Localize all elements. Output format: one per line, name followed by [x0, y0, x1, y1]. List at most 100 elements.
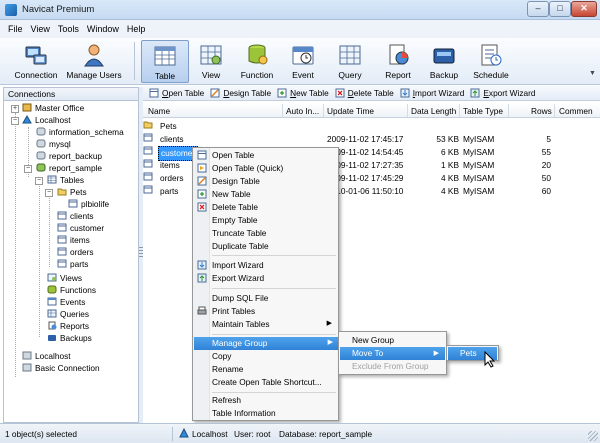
- tree-guide-line: [49, 189, 50, 267]
- tree-table-orders[interactable]: orders: [57, 246, 94, 258]
- tree-collapse-tables[interactable]: −: [35, 177, 43, 185]
- menu-open-table[interactable]: Open Table: [210, 149, 338, 162]
- menu-separator: [212, 392, 336, 393]
- menu-print-tables[interactable]: Print Tables: [210, 305, 338, 318]
- list-item[interactable]: clients 2009-11-02 17:45:17 53 KB MyISAM…: [143, 133, 600, 146]
- tree-table-customer[interactable]: customer: [57, 222, 104, 234]
- row-data-length: 4 KB: [441, 186, 459, 196]
- menu-dump-sql-file[interactable]: Dump SQL File: [210, 292, 338, 305]
- col-comment[interactable]: Commen: [559, 106, 593, 116]
- report-button[interactable]: Report: [376, 40, 420, 83]
- menu-help[interactable]: Help: [123, 24, 150, 34]
- close-button[interactable]: ✕: [571, 1, 597, 17]
- tree-queries[interactable]: Queries: [47, 308, 89, 320]
- menu-delete-table[interactable]: Delete Table: [210, 201, 338, 214]
- list-item[interactable]: Pets: [143, 120, 600, 133]
- tree-reports[interactable]: Reports: [47, 320, 89, 332]
- tree-table-clients[interactable]: clients: [57, 210, 94, 222]
- toolbar-separator: [134, 42, 135, 80]
- tree-db-report-sample[interactable]: report_sample: [36, 162, 102, 174]
- col-name[interactable]: Name: [148, 106, 170, 116]
- tree-views[interactable]: Views: [47, 272, 82, 284]
- col-data-length[interactable]: Data Length: [411, 106, 456, 116]
- view-button[interactable]: View: [189, 40, 233, 83]
- menu-file[interactable]: File: [4, 24, 27, 34]
- status-database: Database: report_sample: [279, 429, 373, 439]
- menu-open-table-quick[interactable]: Open Table (Quick): [210, 162, 338, 175]
- column-divider: [554, 104, 555, 117]
- col-rows[interactable]: Rows: [531, 106, 552, 116]
- tree-table-parts[interactable]: parts: [57, 258, 88, 270]
- tree-backups[interactable]: Backups: [47, 332, 92, 344]
- tree-db-mysql[interactable]: mysql: [36, 138, 71, 150]
- backup-button[interactable]: Backup: [422, 40, 466, 83]
- minimize-button[interactable]: –: [527, 1, 549, 17]
- menu-truncate-table[interactable]: Truncate Table: [210, 227, 338, 240]
- menu-import-wizard[interactable]: Import Wizard: [210, 259, 338, 272]
- tree-table-plbiolife[interactable]: plbiolife: [68, 198, 109, 210]
- resize-grip-icon[interactable]: [588, 431, 598, 441]
- mysql-connection-icon: [22, 115, 32, 124]
- menu-new-table[interactable]: New Table: [210, 188, 338, 201]
- open-table-quick-icon: [197, 163, 207, 173]
- tree-localhost[interactable]: Localhost: [22, 114, 71, 126]
- database-icon: [36, 127, 46, 136]
- connection-button[interactable]: Connection: [8, 40, 64, 83]
- connection-icon: [22, 351, 32, 360]
- tree-db-report-backup[interactable]: report_backup: [36, 150, 102, 162]
- query-button[interactable]: Query: [326, 40, 374, 83]
- menu-create-open-table-shortcut[interactable]: Create Open Table Shortcut...: [210, 376, 338, 389]
- tree-collapse-localhost[interactable]: −: [11, 117, 19, 125]
- design-table-button[interactable]: Design Table: [207, 88, 274, 98]
- tree-db-information-schema[interactable]: information_schema: [36, 126, 124, 138]
- function-button[interactable]: Function: [233, 40, 281, 83]
- table-button[interactable]: Table: [141, 40, 189, 83]
- menu-export-wizard[interactable]: Export Wizard: [210, 272, 338, 285]
- row-table-type: MyISAM: [463, 134, 495, 144]
- tree-functions[interactable]: Functions: [47, 284, 96, 296]
- tree-group-pets[interactable]: Pets: [57, 186, 87, 198]
- row-name: items: [160, 160, 180, 170]
- event-button[interactable]: Event: [281, 40, 325, 83]
- tree-tables[interactable]: Tables: [47, 174, 84, 186]
- object-list-header: Name Auto In... Update Time Data Length …: [143, 103, 600, 118]
- menu-manage-group[interactable]: Manage Group ▶: [194, 337, 339, 350]
- schedule-button[interactable]: Schedule: [467, 40, 515, 83]
- tree-table-items[interactable]: items: [57, 234, 90, 246]
- import-wizard-button[interactable]: Import Wizard: [397, 88, 468, 98]
- tree-collapse-report-sample[interactable]: −: [24, 165, 32, 173]
- menu-window[interactable]: Window: [83, 24, 123, 34]
- event-icon: [292, 46, 314, 65]
- maximize-button[interactable]: □: [549, 1, 571, 17]
- tree-master-office[interactable]: Master Office: [22, 102, 84, 114]
- table-icon: [57, 259, 67, 268]
- menu-move-to[interactable]: Move To ▶: [340, 347, 445, 360]
- menu-refresh[interactable]: Refresh: [210, 394, 338, 407]
- export-wizard-button[interactable]: Export Wizard: [467, 88, 538, 98]
- col-table-type[interactable]: Table Type: [463, 106, 503, 116]
- delete-table-button[interactable]: Delete Table: [332, 88, 397, 98]
- splitter-grip-icon[interactable]: [139, 247, 143, 259]
- menu-view[interactable]: View: [27, 24, 54, 34]
- col-auto-increment[interactable]: Auto In...: [286, 106, 319, 116]
- menu-rename[interactable]: Rename: [210, 363, 338, 376]
- menu-tools[interactable]: Tools: [54, 24, 83, 34]
- open-table-button[interactable]: Open Table: [146, 88, 207, 98]
- tree-basic-connection[interactable]: Basic Connection: [22, 362, 100, 374]
- tree-localhost-2[interactable]: Localhost: [22, 350, 71, 362]
- menu-new-group[interactable]: New Group: [340, 334, 445, 347]
- menu-table-information[interactable]: Table Information: [210, 407, 338, 420]
- tree-collapse-pets[interactable]: −: [45, 189, 53, 197]
- menu-empty-table[interactable]: Empty Table: [210, 214, 338, 227]
- menu-copy[interactable]: Copy: [210, 350, 338, 363]
- menu-design-table[interactable]: Design Table: [210, 175, 338, 188]
- toolbar-overflow-icon[interactable]: ▼: [589, 70, 596, 77]
- menu-maintain-tables[interactable]: Maintain Tables ▶: [210, 318, 338, 331]
- database-icon: [36, 151, 46, 160]
- tree-events[interactable]: Events: [47, 296, 85, 308]
- col-update-time[interactable]: Update Time: [327, 106, 374, 116]
- menu-duplicate-table[interactable]: Duplicate Table: [210, 240, 338, 253]
- new-table-button[interactable]: New Table: [274, 88, 332, 98]
- manage-users-button[interactable]: Manage Users: [64, 40, 124, 83]
- tree-expand-master-office[interactable]: +: [11, 105, 19, 113]
